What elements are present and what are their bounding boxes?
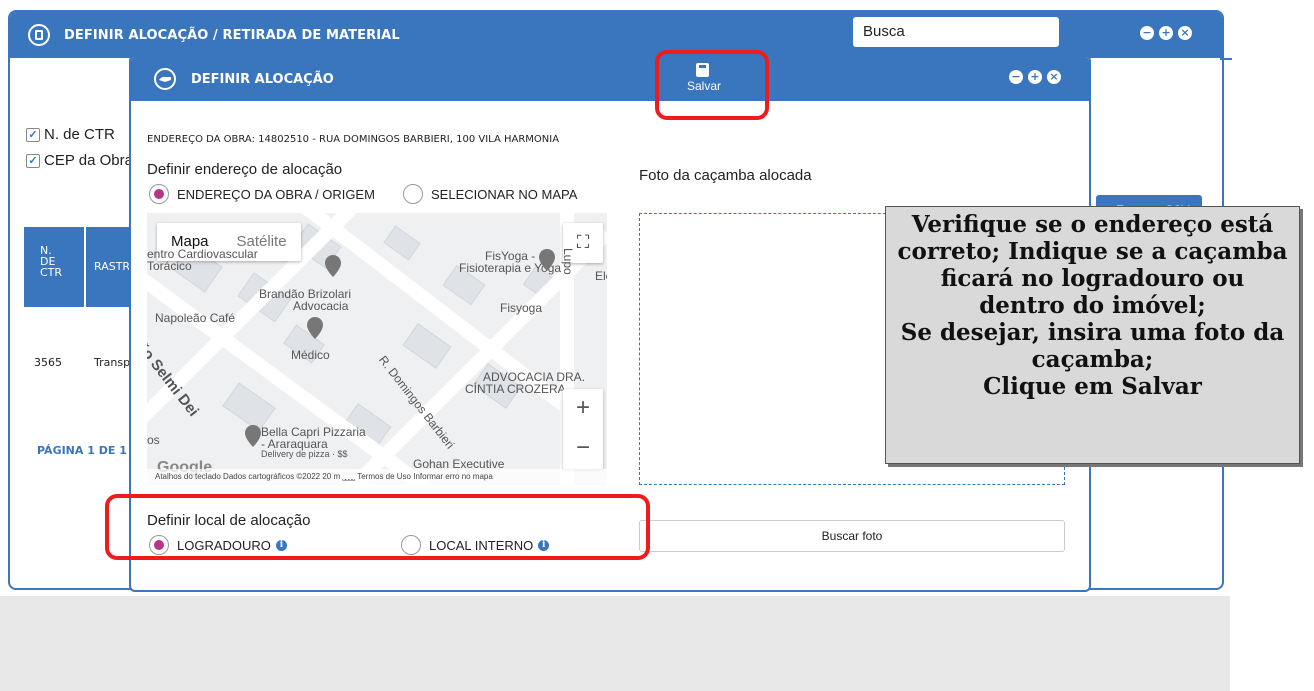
endereco-section-label: Definir endereço de alocação bbox=[147, 161, 343, 178]
map-label: os bbox=[147, 433, 160, 447]
window-edge-line bbox=[1220, 58, 1232, 60]
clipboard-icon bbox=[28, 24, 50, 46]
map-label: Advocacia bbox=[293, 299, 349, 313]
checkbox-cep-label: CEP da Obra bbox=[44, 152, 133, 169]
hand-icon bbox=[154, 68, 176, 90]
map-label: Fisyoga bbox=[500, 301, 543, 315]
checkbox-checked-icon[interactable]: ✓ bbox=[26, 127, 40, 142]
pagination-label: PÁGINA 1 DE 1 bbox=[37, 444, 127, 457]
callout-line: dentro do imóvel; bbox=[979, 292, 1206, 319]
table-cell-ctr: 3565 bbox=[34, 356, 62, 369]
construction-address: ENDEREÇO DA OBRA: 14802510 - RUA DOMINGO… bbox=[147, 134, 560, 145]
callout-line: Verifique se o endereço está bbox=[911, 211, 1274, 238]
page-background bbox=[0, 596, 1230, 691]
map-label: Médico bbox=[291, 348, 330, 362]
map-label: Napoleão Café bbox=[155, 311, 236, 325]
photo-label: Foto da caçamba alocada bbox=[639, 167, 812, 184]
radio-endereco-obra[interactable]: ENDEREÇO DA OBRA / ORIGEM bbox=[149, 184, 375, 204]
radio-selecionar-mapa[interactable]: SELECIONAR NO MAPA bbox=[403, 184, 577, 204]
map-zoom-controls: + − bbox=[563, 389, 603, 469]
table-header-rastr-label: RASTR bbox=[94, 260, 131, 273]
back-window-header: DEFINIR ALOCAÇÃO / RETIRADA DE MATERIAL … bbox=[10, 12, 1222, 58]
back-window-title: DEFINIR ALOCAÇÃO / RETIRADA DE MATERIAL bbox=[64, 27, 400, 43]
modal-controls: − + × bbox=[1009, 70, 1061, 84]
zoom-out-button[interactable]: − bbox=[563, 429, 603, 469]
map-pin-icon bbox=[307, 317, 323, 339]
search-input[interactable]: Busca bbox=[853, 17, 1059, 47]
map-pin-icon bbox=[325, 255, 341, 277]
instruction-callout: Verifique se o endereço está correto; In… bbox=[885, 206, 1300, 464]
map-pin-icon bbox=[539, 249, 555, 271]
callout-line: Clique em Salvar bbox=[983, 373, 1202, 400]
minus-icon[interactable]: − bbox=[1009, 70, 1023, 84]
map-label: Delivery de pizza · $$ bbox=[261, 449, 348, 459]
modal-header: DEFINIR ALOCAÇÃO Salvar − + × bbox=[131, 57, 1089, 101]
map-label: CÍNTIA CROZERA bbox=[465, 382, 566, 396]
callout-line: ficará no logradouro ou bbox=[940, 265, 1245, 292]
callout-line: correto; Indique se a caçamba bbox=[897, 238, 1288, 265]
table-header-ctr[interactable]: N. DE CTR bbox=[24, 227, 84, 307]
checkbox-checked-icon[interactable]: ✓ bbox=[26, 153, 40, 168]
checkbox-cep[interactable]: ✓ CEP da Obra bbox=[26, 152, 133, 169]
plus-icon[interactable]: + bbox=[1159, 26, 1173, 40]
callout-line: Se desejar, insira uma foto da bbox=[900, 319, 1285, 346]
buscar-foto-button[interactable]: Buscar foto bbox=[639, 520, 1065, 552]
map-pin-icon bbox=[245, 425, 261, 447]
map-label: Ele bbox=[595, 269, 607, 283]
radio-endereco-obra-label: ENDEREÇO DA OBRA / ORIGEM bbox=[177, 186, 375, 202]
callout-line: caçamba; bbox=[1031, 346, 1154, 373]
save-highlight bbox=[655, 50, 769, 120]
checkbox-ctr[interactable]: ✓ N. de CTR bbox=[26, 126, 115, 143]
radio-selecionar-mapa-label: SELECIONAR NO MAPA bbox=[431, 186, 578, 202]
map-label: Lupo bbox=[561, 248, 575, 275]
map-footer[interactable]: Atalhos do teclado Dados cartográficos ©… bbox=[147, 469, 607, 485]
radio-unselected-icon[interactable] bbox=[403, 184, 423, 204]
minus-icon[interactable]: − bbox=[1140, 26, 1154, 40]
screen: DEFINIR ALOCAÇÃO / RETIRADA DE MATERIAL … bbox=[0, 0, 1314, 691]
local-highlight bbox=[105, 494, 650, 560]
back-window-controls: − + × bbox=[1140, 26, 1192, 40]
modal-title: DEFINIR ALOCAÇÃO bbox=[191, 71, 334, 87]
table-cell-rastr: Transp bbox=[94, 356, 131, 369]
plus-icon[interactable]: + bbox=[1028, 70, 1042, 84]
checkbox-ctr-label: N. de CTR bbox=[44, 126, 115, 143]
table-header-ctr-label: N. DE CTR bbox=[40, 244, 63, 279]
close-icon[interactable]: × bbox=[1178, 26, 1192, 40]
radio-selected-icon[interactable] bbox=[149, 184, 169, 204]
zoom-in-button[interactable]: + bbox=[563, 389, 603, 429]
map[interactable]: Mapa Satélite ⛶ entro Cardiovascular Tor… bbox=[147, 213, 607, 485]
close-icon[interactable]: × bbox=[1047, 70, 1061, 84]
map-label: Torácico bbox=[147, 259, 192, 273]
